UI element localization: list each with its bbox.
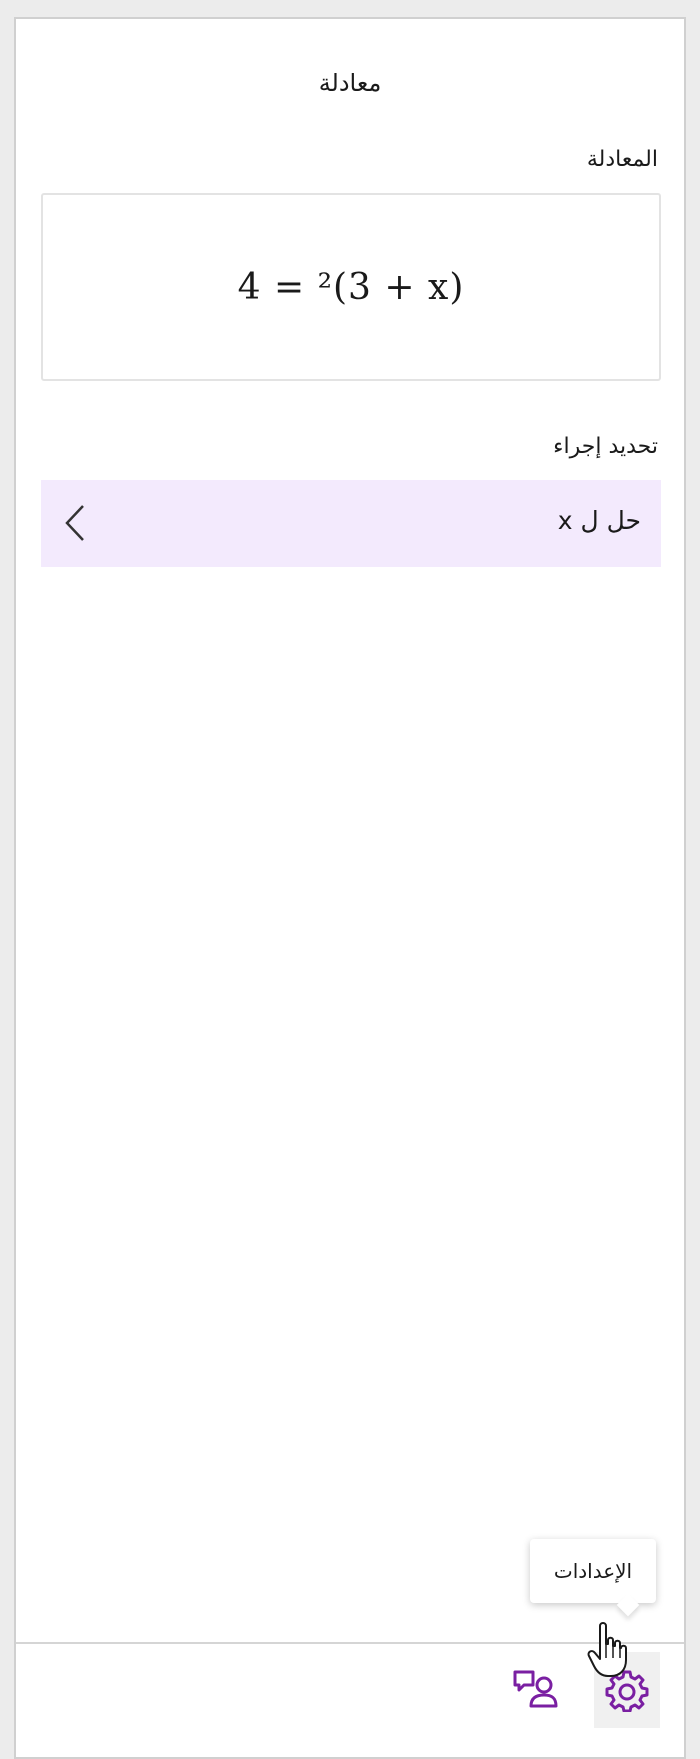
bottom-toolbar xyxy=(16,1642,684,1746)
settings-tooltip: الإعدادات xyxy=(530,1539,656,1603)
equation-text: (x + 3)² = 4 xyxy=(237,266,465,308)
panel-title: معادلة xyxy=(318,69,382,97)
equation-label: المعادلة xyxy=(586,147,658,172)
solve-for-x-button[interactable]: حل ل x xyxy=(41,480,661,567)
equation-display: (x + 3)² = 4 xyxy=(41,193,661,381)
chevron-left-icon xyxy=(65,505,84,541)
select-action-label: تحديد إجراء xyxy=(553,434,658,459)
action-label: حل ل x xyxy=(557,506,641,535)
feedback-icon xyxy=(513,1670,558,1708)
hand-cursor-icon xyxy=(587,1622,627,1677)
math-panel: معادلة المعادلة (x + 3)² = 4 تحديد إجراء… xyxy=(14,17,686,1759)
feedback-button[interactable] xyxy=(502,1652,568,1728)
